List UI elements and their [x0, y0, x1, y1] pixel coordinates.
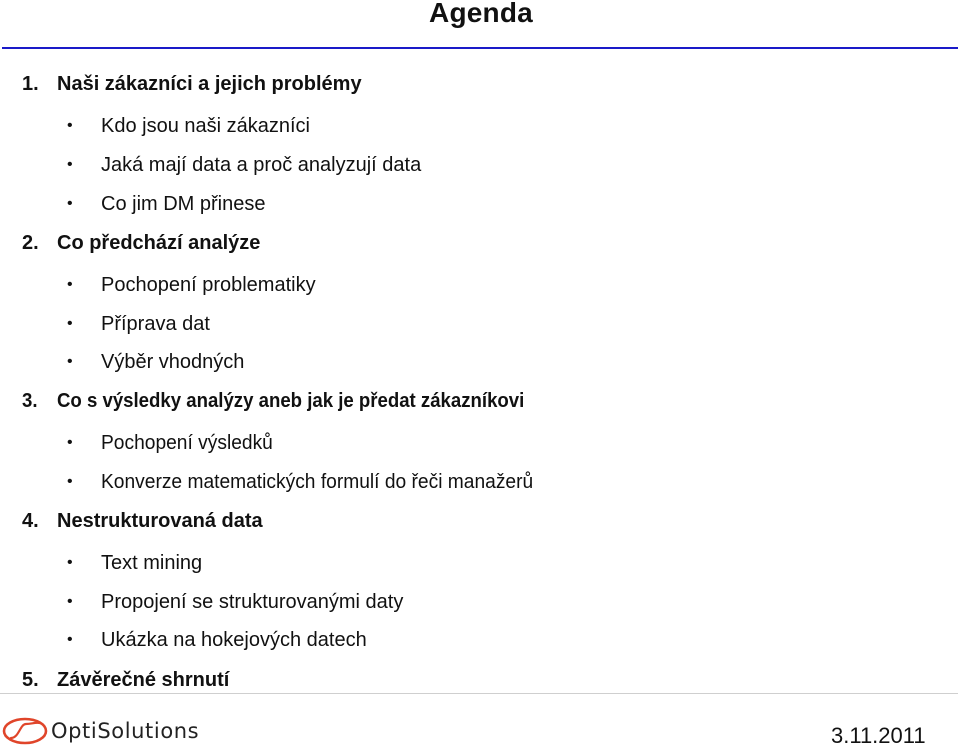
- optisolutions-logo-icon: [2, 717, 48, 745]
- bullet-icon: •: [67, 554, 73, 571]
- bullet-icon: •: [67, 434, 73, 451]
- title-divider: [2, 47, 958, 49]
- bullet-icon: •: [67, 315, 73, 332]
- agenda-item-text: Co jim DM přinese: [101, 193, 266, 215]
- slide-date: 3.11.2011: [831, 723, 926, 748]
- agenda-item-text: Příprava dat: [101, 313, 210, 335]
- section-title: Nestrukturovaná data: [57, 510, 263, 532]
- agenda-item-text: Propojení se strukturovanými daty: [101, 591, 404, 613]
- section-number: 2.: [22, 232, 39, 254]
- agenda-item-text: Kdo jsou naši zákazníci: [101, 115, 311, 137]
- section-title: Závěrečné shrnutí: [57, 669, 230, 691]
- section-number: 1.: [22, 73, 39, 95]
- bullet-icon: •: [67, 195, 73, 212]
- section-title: Co předchází analýze: [57, 232, 261, 254]
- agenda-item-text: Ukázka na hokejových datech: [101, 629, 367, 651]
- agenda-item-text: Jaká mají data a proč analyzují data: [101, 154, 422, 176]
- agenda-item-text: Konverze matematických formulí do řeči m…: [101, 471, 534, 493]
- agenda-item-text: Text mining: [101, 552, 203, 574]
- slide-title: Agenda: [0, 0, 960, 30]
- bullet-icon: •: [67, 473, 73, 490]
- agenda-item-text: Pochopení výsledků: [101, 432, 273, 454]
- footer-divider: [0, 693, 958, 694]
- company-logo: OptiSolutions: [2, 716, 199, 746]
- bullet-icon: •: [67, 593, 73, 610]
- bullet-icon: •: [67, 117, 73, 134]
- bullet-icon: •: [67, 631, 73, 648]
- slide-title-text: Agenda: [429, 0, 533, 28]
- bullet-icon: •: [67, 276, 73, 293]
- agenda-item-text: Výběr vhodných: [101, 351, 245, 373]
- bullet-icon: •: [67, 156, 73, 173]
- section-number: 4.: [22, 510, 39, 532]
- bullet-icon: •: [67, 353, 73, 370]
- logo-text: OptiSolutions: [51, 719, 200, 743]
- section-number: 3.: [22, 390, 38, 412]
- section-title: Naši zákazníci a jejich problémy: [57, 73, 362, 95]
- agenda-item-text: Pochopení problematiky: [101, 274, 316, 296]
- section-number: 5.: [22, 669, 39, 691]
- section-title: Co s výsledky analýzy aneb jak je předat…: [57, 390, 525, 412]
